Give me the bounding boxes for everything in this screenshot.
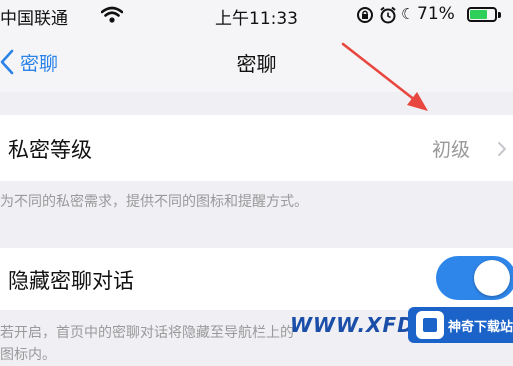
hide-chat-description-line2: 图标内。: [0, 347, 56, 363]
watermark-badge: 神奇下载站: [408, 307, 513, 343]
chevron-right-icon: [498, 142, 506, 156]
toggle-knob: [474, 260, 510, 296]
hide-chat-label: 隐藏密聊对话: [8, 269, 134, 293]
moon-icon: ☾: [401, 5, 415, 23]
battery-tip: [498, 12, 501, 18]
site-logo-icon: [416, 311, 444, 339]
navigation-bar: 密聊 密聊: [0, 32, 513, 92]
hide-chat-description-line1: 若开启，首页中的密聊对话将隐藏至导航栏上的: [0, 325, 294, 341]
page-title: 密聊: [236, 52, 277, 76]
hide-chat-row: 隐藏密聊对话: [0, 248, 513, 310]
status-bar: 中国联通 上午11:33 ☾ 71%: [0, 0, 513, 32]
privacy-level-description: 为不同的私密需求，提供不同的图标和提醒方式。: [0, 194, 308, 210]
battery-percent: 71%: [417, 4, 455, 24]
hide-chat-description: 若开启，首页中的密聊对话将隐藏至导航栏上的 图标内。: [0, 322, 294, 366]
privacy-level-label: 私密等级: [8, 138, 92, 162]
battery-fill: [470, 10, 487, 19]
privacy-level-value: 初级: [432, 139, 471, 161]
rotation-lock-icon: [356, 6, 374, 28]
alarm-icon: [379, 6, 397, 28]
privacy-level-row[interactable]: 私密等级 初级: [0, 115, 513, 181]
battery-icon: [467, 7, 497, 22]
watermark-site-label: 神奇下载站: [448, 320, 513, 335]
hide-chat-toggle[interactable]: [436, 256, 513, 300]
